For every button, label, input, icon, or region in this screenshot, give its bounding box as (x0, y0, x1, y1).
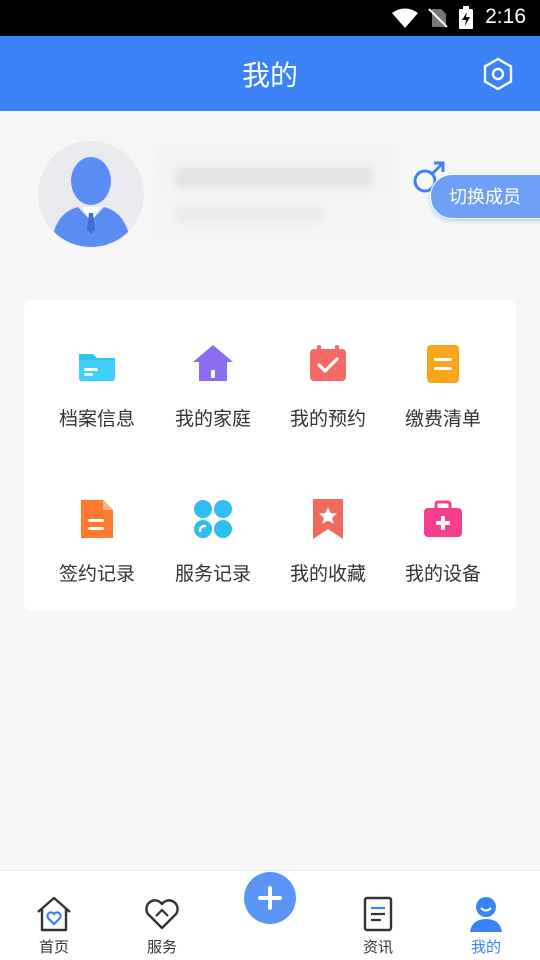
settings-gear-icon[interactable] (480, 56, 516, 92)
grid-item-label: 服务记录 (174, 563, 251, 585)
no-sim-icon (428, 8, 448, 28)
user-icon (470, 897, 502, 932)
avatar[interactable] (38, 141, 144, 247)
document-icon (81, 500, 113, 538)
grid-item-label: 签约记录 (58, 563, 135, 585)
tab-label: 资讯 (362, 938, 393, 956)
plus-icon (258, 886, 282, 910)
feature-grid: 档案信息 我的家庭 我的预约 缴费清单 签约记录 服务记录 我的收藏 我的设备 (24, 300, 516, 611)
tab-label: 首页 (38, 938, 69, 956)
grid-item-label: 档案信息 (58, 408, 135, 430)
add-button[interactable] (244, 872, 296, 924)
user-avatar-icon (51, 157, 131, 247)
grid-item-family[interactable]: 我的家庭 (154, 340, 272, 431)
grid-item-archive[interactable]: 档案信息 (38, 340, 156, 431)
house-icon (193, 345, 233, 381)
tab-label: 服务 (146, 938, 177, 956)
grid-item-label: 我的设备 (404, 563, 481, 585)
grid-item-label: 我的收藏 (289, 563, 366, 585)
wifi-icon (392, 8, 418, 28)
news-doc-icon (363, 896, 393, 932)
blurred-user-info (156, 146, 398, 244)
grid-item-devices[interactable]: 我的设备 (384, 495, 502, 586)
grid-item-service[interactable]: 服务记录 (154, 495, 272, 586)
grid-item-label: 缴费清单 (404, 408, 481, 430)
grid-item-label: 我的家庭 (174, 408, 251, 430)
grid-item-favorites[interactable]: 我的收藏 (269, 495, 387, 586)
app-header: 我的 (0, 36, 540, 111)
handshake-heart-icon (145, 899, 179, 930)
switch-member-button[interactable]: 切换成员 (430, 174, 540, 219)
status-bar: 2:16 (0, 0, 540, 36)
folder-icon (79, 354, 115, 381)
grid-item-contract[interactable]: 签约记录 (38, 495, 156, 586)
grid-item-bills[interactable]: 缴费清单 (384, 340, 502, 431)
tab-service[interactable]: 服务 (122, 894, 202, 957)
calendar-check-icon (310, 345, 346, 381)
tab-label: 我的 (470, 938, 501, 956)
battery-charging-icon (459, 6, 473, 29)
bill-icon (427, 345, 459, 383)
status-time: 2:16 (485, 5, 526, 28)
tab-home[interactable]: 首页 (14, 894, 94, 957)
page-title: 我的 (241, 59, 298, 92)
clover-icon (194, 500, 232, 538)
grid-item-label: 我的预约 (289, 408, 366, 430)
grid-item-appointment[interactable]: 我的预约 (269, 340, 387, 431)
tab-news[interactable]: 资讯 (338, 894, 418, 957)
medical-kit-icon (424, 500, 462, 537)
home-heart-icon (37, 896, 71, 932)
bookmark-star-icon (313, 499, 343, 539)
tab-mine[interactable]: 我的 (446, 894, 526, 957)
